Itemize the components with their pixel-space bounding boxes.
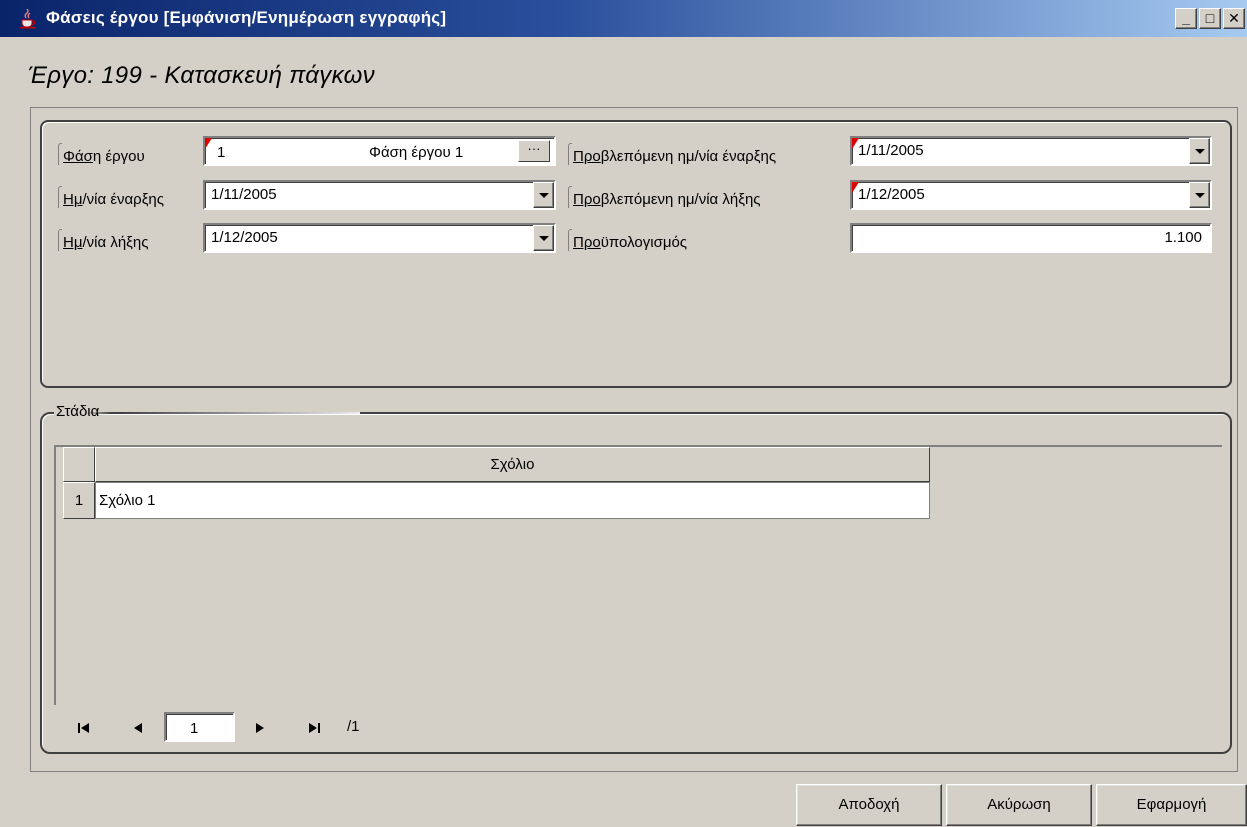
minimize-button[interactable]: _	[1175, 8, 1197, 29]
phase-code: 1	[217, 144, 226, 161]
budget-label: Προϋπολογισμός	[568, 229, 687, 251]
first-page-icon	[78, 723, 89, 733]
page-total: /1	[347, 718, 360, 735]
chevron-down-icon[interactable]	[533, 182, 554, 208]
last-page-button[interactable]	[300, 715, 328, 741]
apply-button[interactable]: Εφαρμογή	[1096, 784, 1247, 826]
window-title: Φάσεις έργου [Εμφάνιση/Ενημέρωση εγγραφή…	[46, 8, 447, 27]
phase-label: Φάση έργου	[58, 143, 145, 165]
planned-end-value: 1/12/2005	[858, 186, 925, 203]
chevron-down-icon[interactable]	[1189, 138, 1210, 164]
stages-divider	[120, 412, 360, 414]
planned-end-field[interactable]: 1/12/2005	[850, 180, 1212, 210]
page-title: Έργο: 199 - Κατασκευή πάγκων	[28, 62, 375, 89]
next-page-button[interactable]	[246, 715, 274, 741]
phase-field[interactable]: 1 Φάση έργου 1 ···	[203, 136, 556, 166]
planned-start-label: Προβλεπόμενη ημ/νία έναρξης	[568, 143, 776, 165]
comment-cell[interactable]: Σχόλιο 1	[95, 482, 930, 519]
title-bar[interactable]: Φάσεις έργου [Εμφάνιση/Ενημέρωση εγγραφή…	[0, 0, 1247, 37]
close-button[interactable]: ✕	[1223, 8, 1245, 29]
start-date-field[interactable]: 1/11/2005	[203, 180, 556, 210]
end-date-value: 1/12/2005	[211, 229, 278, 246]
maximize-button[interactable]: □	[1199, 8, 1221, 29]
budget-value: 1.100	[1164, 229, 1202, 246]
close-icon: ✕	[1228, 10, 1240, 26]
phase-description: Φάση έργου 1	[369, 144, 464, 161]
stages-title: Στάδια	[54, 403, 112, 420]
planned-start-field[interactable]: 1/11/2005	[850, 136, 1212, 166]
prev-page-icon	[134, 723, 142, 733]
row-number[interactable]: 1	[63, 482, 95, 519]
chevron-down-icon[interactable]	[1189, 182, 1210, 208]
end-date-field[interactable]: 1/12/2005	[203, 223, 556, 253]
start-date-value: 1/11/2005	[211, 186, 277, 203]
accept-button[interactable]: Αποδοχή	[796, 784, 942, 826]
ellipsis-icon: ···	[527, 141, 541, 156]
last-page-icon	[309, 723, 320, 733]
first-page-button[interactable]	[70, 715, 98, 741]
maximize-icon: □	[1205, 10, 1215, 26]
planned-end-label: Προβλεπόμενη ημ/νία λήξης	[568, 186, 761, 208]
planned-start-value: 1/11/2005	[858, 142, 924, 159]
phase-lookup-button[interactable]: ···	[518, 140, 550, 162]
end-date-label: Ημ/νία λήξης	[58, 229, 148, 251]
next-page-icon	[256, 723, 264, 733]
minimize-icon: _	[1182, 10, 1190, 26]
start-date-label: Ημ/νία έναρξης	[58, 186, 164, 208]
java-cup-icon	[20, 9, 36, 29]
previous-page-button[interactable]	[124, 715, 152, 741]
chevron-down-icon[interactable]	[533, 225, 554, 251]
budget-field[interactable]: 1.100	[850, 223, 1212, 253]
cancel-button[interactable]: Ακύρωση	[946, 784, 1092, 826]
column-header-comment[interactable]: Σχόλιο	[95, 447, 930, 482]
page-number-input[interactable]: 1	[164, 712, 235, 742]
grid-corner[interactable]	[63, 447, 95, 482]
